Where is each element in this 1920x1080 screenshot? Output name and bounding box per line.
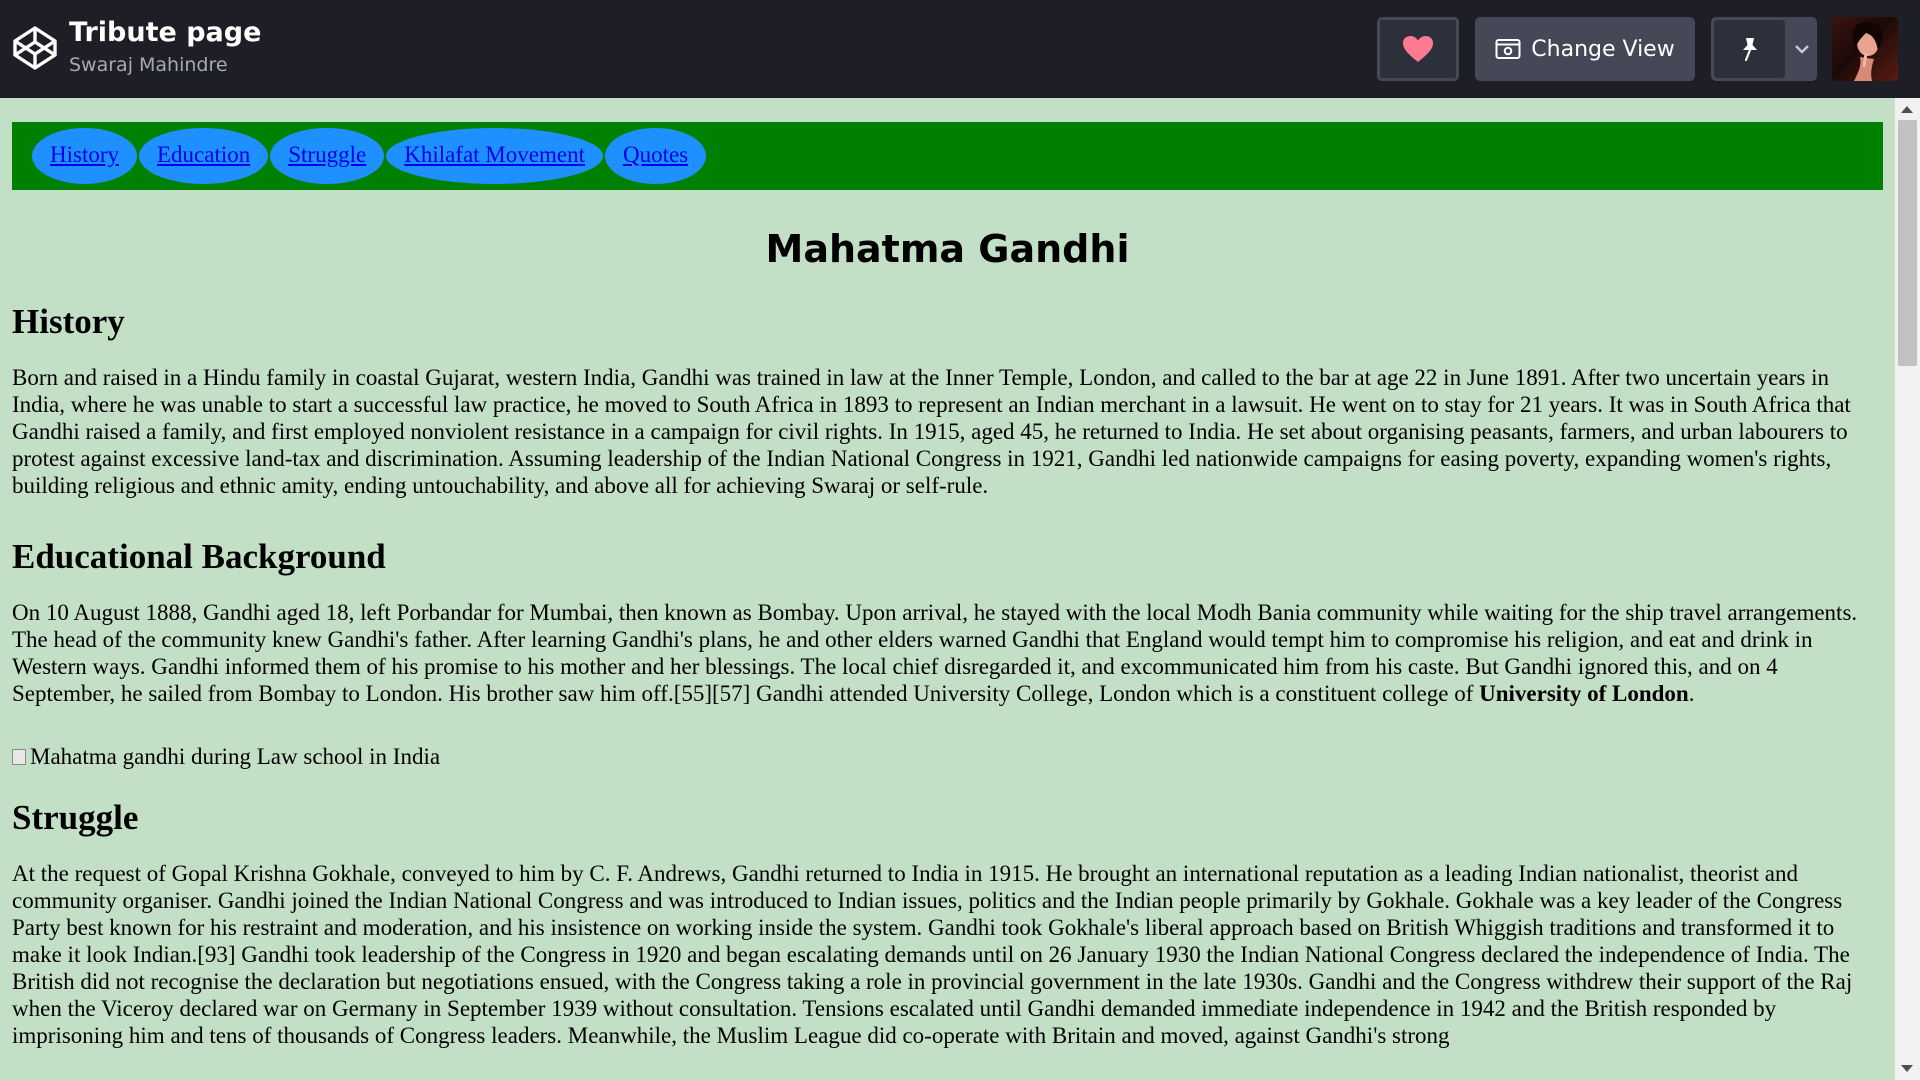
page-title: Mahatma Gandhi [765, 227, 1130, 271]
codepen-logo-icon[interactable] [12, 25, 58, 71]
pin-button[interactable] [1714, 20, 1785, 78]
history-heading: History [12, 302, 125, 341]
struggle-paragraph: At the request of Gopal Krishna Gokhale,… [12, 861, 1853, 1048]
change-view-label: Change View [1531, 36, 1675, 62]
navbar: History Education Struggle Khilafat Move… [12, 122, 1883, 190]
chevron-down-icon [1795, 45, 1809, 54]
nav-item-history: History [32, 128, 137, 184]
user-avatar[interactable] [1832, 17, 1898, 81]
education-paragraph: On 10 August 1888, Gandhi aged 18, left … [12, 599, 1883, 707]
pen-author[interactable]: Swaraj Mahindre [69, 52, 261, 78]
vertical-scrollbar[interactable] [1895, 98, 1920, 1080]
nav-item-struggle: Struggle [270, 128, 385, 184]
education-end: . [1688, 681, 1695, 706]
pen-title[interactable]: Tribute page [69, 14, 261, 52]
nav-item-khilafat-movement: Khilafat Movement [386, 128, 603, 184]
pin-icon [1742, 38, 1757, 62]
broken-image-icon [12, 748, 26, 765]
nav-link-quotes[interactable]: Quotes [623, 142, 688, 167]
pin-menu-button[interactable] [1787, 17, 1817, 81]
law-school-image: Mahatma gandhi during Law school in Indi… [12, 743, 1883, 770]
nav-link-history[interactable]: History [50, 142, 119, 167]
nav-link-khilafat-movement[interactable]: Khilafat Movement [404, 142, 585, 167]
pen-header: Tribute page Swaraj Mahindre Change View [0, 0, 1920, 98]
change-view-button[interactable]: Change View [1475, 17, 1695, 81]
image-alt-text: Mahatma gandhi during Law school in Indi… [30, 744, 441, 769]
scroll-down-icon[interactable] [1901, 1065, 1913, 1072]
history-paragraph: Born and raised in a Hindu family in coa… [12, 365, 1851, 498]
scroll-thumb[interactable] [1898, 120, 1917, 366]
nav-item-quotes: Quotes [604, 128, 707, 184]
pen-title-block: Tribute page Swaraj Mahindre [69, 14, 261, 78]
pin-button-group [1711, 17, 1817, 81]
nav-link-education[interactable]: Education [157, 142, 250, 167]
preview-frame[interactable]: History Education Struggle Khilafat Move… [0, 98, 1920, 1080]
heart-icon [1403, 36, 1433, 62]
university-name: University of London [1479, 681, 1689, 706]
struggle-heading: Struggle [12, 798, 139, 837]
avatar-photo [1852, 21, 1883, 81]
nav-link-struggle[interactable]: Struggle [288, 142, 366, 167]
education-heading: Educational Background [12, 537, 386, 576]
like-button[interactable] [1377, 17, 1459, 81]
tribute-content: History Education Struggle Khilafat Move… [12, 122, 1883, 1080]
nav-item-education: Education [139, 128, 269, 184]
change-view-icon [1495, 39, 1521, 59]
scroll-up-icon[interactable] [1901, 106, 1913, 113]
